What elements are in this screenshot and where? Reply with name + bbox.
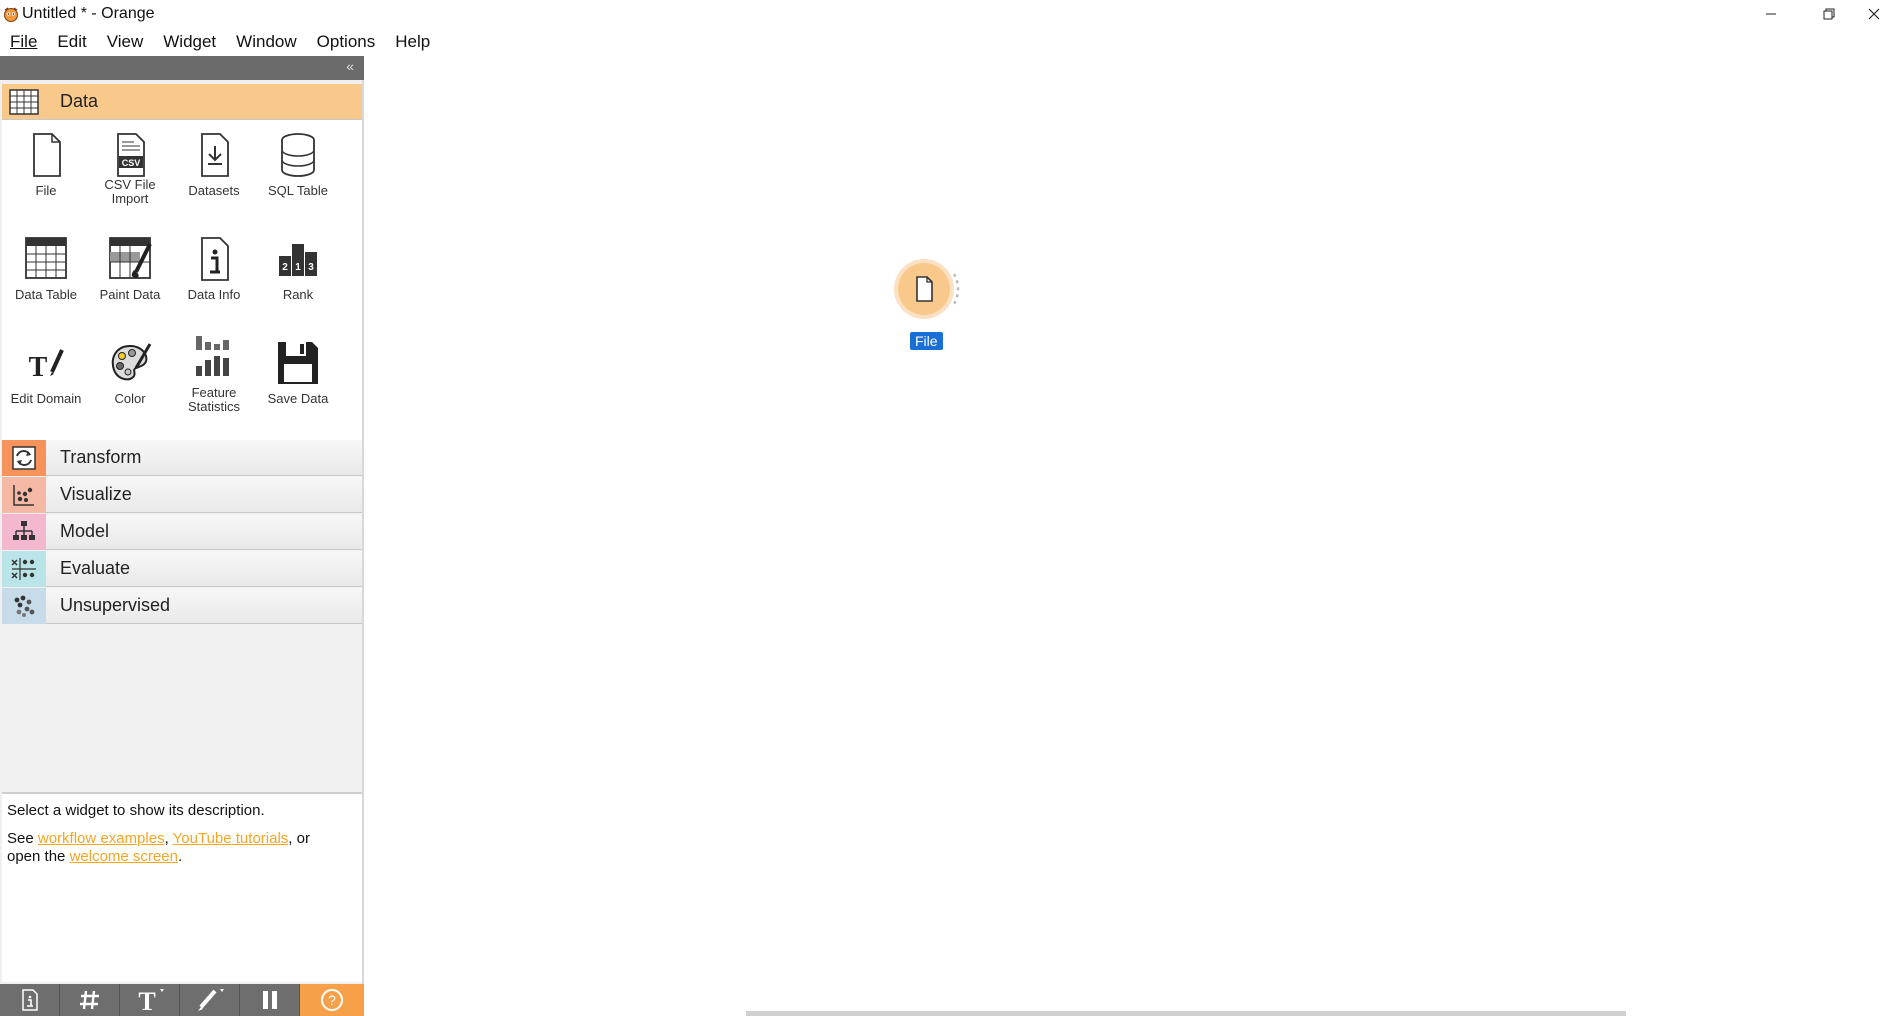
restore-button[interactable] <box>1800 0 1858 28</box>
category-model[interactable]: Model <box>2 513 362 550</box>
svg-text:CSV: CSV <box>122 158 141 168</box>
workflow-examples-link[interactable]: workflow examples <box>38 830 165 847</box>
widget-feature-statistics[interactable]: Feature Statistics <box>172 332 256 432</box>
category-label: Evaluate <box>60 558 131 578</box>
welcome-screen-link[interactable]: welcome screen <box>70 848 178 865</box>
text-annotation-icon: T <box>138 987 164 1013</box>
data-widget-grid: File CSV CSV File Import Datasets SQL Ta… <box>2 120 362 444</box>
menu-edit[interactable]: Edit <box>47 30 96 54</box>
title-bar: Untitled * - Orange <box>0 0 1890 28</box>
menu-widget[interactable]: Widget <box>153 30 226 54</box>
evaluate-category-icon <box>2 550 46 587</box>
bottom-toolbar: T ? <box>0 984 364 1016</box>
close-button[interactable] <box>1858 0 1890 28</box>
widget-sql-table[interactable]: SQL Table <box>256 124 340 224</box>
widget-description: Select a widget to show its description.… <box>2 792 362 982</box>
pause-icon <box>262 991 277 1009</box>
help-icon: ? <box>321 989 343 1011</box>
svg-text:T: T <box>29 352 48 383</box>
model-category-icon <box>2 513 46 550</box>
widget-toolbox: « Data File CSV CSV File Import Datasets… <box>0 56 364 1016</box>
category-unsupervised[interactable]: Unsupervised <box>2 587 362 624</box>
window-title: Untitled * - Orange <box>22 5 155 22</box>
widget-data-info[interactable]: Data Info <box>172 228 256 328</box>
youtube-tutorials-link[interactable]: YouTube tutorials <box>173 830 289 847</box>
menu-options[interactable]: Options <box>307 30 386 54</box>
category-label: Model <box>60 521 110 541</box>
workflow-canvas[interactable]: File <box>366 56 1890 1016</box>
file-icon <box>916 276 933 302</box>
restore-icon <box>1823 8 1835 20</box>
widget-data-table[interactable]: Data Table <box>4 228 88 328</box>
menu-window[interactable]: Window <box>226 30 306 54</box>
datasets-icon <box>201 133 229 177</box>
transform-category-icon <box>2 439 46 476</box>
svg-text:T: T <box>138 987 155 1013</box>
category-label: Transform <box>60 447 142 467</box>
info-icon <box>201 237 229 281</box>
minimize-icon <box>1766 13 1776 15</box>
widget-save-data[interactable]: Save Data <box>256 332 340 432</box>
arrow-annotation-icon <box>197 989 224 1011</box>
text-annotation-button[interactable]: T <box>120 984 180 1016</box>
minimize-button[interactable] <box>1742 0 1800 28</box>
file-icon <box>33 133 61 177</box>
category-transform[interactable]: Transform <box>2 439 362 476</box>
info-icon <box>21 989 38 1011</box>
orange-app-icon <box>4 7 18 22</box>
database-icon <box>281 133 315 177</box>
help-button[interactable]: ? <box>300 984 364 1016</box>
menu-view[interactable]: View <box>97 30 154 54</box>
description-hint: Select a widget to show its description. <box>7 802 265 819</box>
save-icon <box>278 342 318 384</box>
collapse-toolbox-button[interactable]: « <box>346 58 354 74</box>
widget-csv-file-import[interactable]: CSV CSV File Import <box>88 124 172 224</box>
widget-edit-domain[interactable]: T Edit Domain <box>4 332 88 432</box>
svg-text:1: 1 <box>295 262 301 273</box>
feature-stats-icon <box>196 336 229 376</box>
table-icon <box>25 237 67 279</box>
palette-icon <box>111 343 152 381</box>
svg-text:?: ? <box>328 992 336 1008</box>
rank-icon: 213 <box>279 244 317 276</box>
widget-paint-data[interactable]: Paint Data <box>88 228 172 328</box>
file-node-label[interactable]: File <box>910 332 943 350</box>
menu-help[interactable]: Help <box>385 30 440 54</box>
menu-file[interactable]: File <box>0 30 47 54</box>
widget-file[interactable]: File <box>4 124 88 224</box>
description-links: See workflow examples, YouTube tutorials… <box>7 830 310 865</box>
file-node[interactable] <box>894 256 960 322</box>
widget-color[interactable]: Color <box>88 332 172 432</box>
visualize-category-icon <box>2 476 46 513</box>
widget-datasets[interactable]: Datasets <box>172 124 256 224</box>
csv-icon: CSV <box>117 133 145 177</box>
arrow-annotation-button[interactable] <box>180 984 240 1016</box>
category-evaluate[interactable]: Evaluate <box>2 550 362 587</box>
category-data[interactable]: Data <box>2 84 362 120</box>
category-label: Unsupervised <box>60 595 171 615</box>
category-label: Data <box>60 91 99 111</box>
widget-rank[interactable]: 213 Rank <box>256 228 340 328</box>
unsupervised-category-icon <box>2 587 46 624</box>
grid-button[interactable] <box>60 984 120 1016</box>
grid-icon <box>79 990 99 1010</box>
toolbox-header: « <box>0 56 364 80</box>
pause-button[interactable] <box>240 984 300 1016</box>
menu-bar: File Edit View Widget Window Options Hel… <box>0 30 440 54</box>
category-visualize[interactable]: Visualize <box>2 476 362 513</box>
paint-icon <box>109 237 152 279</box>
close-icon <box>1868 8 1880 20</box>
category-label: Visualize <box>60 484 132 504</box>
svg-text:2: 2 <box>282 262 288 273</box>
info-button[interactable] <box>0 984 60 1016</box>
data-category-icon <box>2 84 46 120</box>
horizontal-scrollbar[interactable] <box>746 1011 1626 1016</box>
edit-domain-icon: T <box>29 349 64 383</box>
svg-text:3: 3 <box>308 262 314 273</box>
